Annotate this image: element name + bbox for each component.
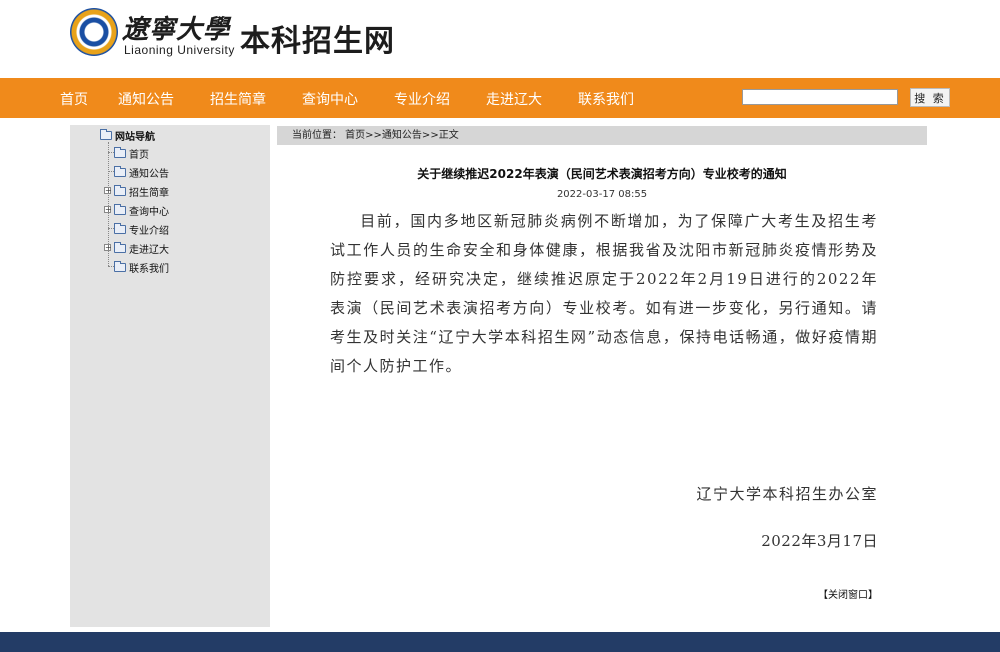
sidebar-item-admission-guide[interactable]: 招生简章 (114, 184, 169, 199)
nav-item-home[interactable]: 首页 (60, 89, 88, 109)
nav-item-query-center[interactable]: 查询中心 (302, 89, 358, 109)
search-button[interactable]: 搜 索 (910, 88, 950, 107)
sidebar-item-label: 首页 (129, 150, 149, 161)
sidebar-item-label: 走进辽大 (129, 245, 169, 256)
article-body-text: 目前，国内多地区新冠肺炎病例不断增加，为了保障广大考生及招生考试工作人员的生命安… (330, 212, 878, 375)
close-window-link[interactable]: 【关闭窗口】 (818, 586, 878, 601)
site-header: 遼寧大學 Liaoning University 本科招生网 (0, 0, 1000, 78)
nav-item-contact[interactable]: 联系我们 (578, 89, 634, 109)
folder-icon (114, 204, 126, 215)
sidebar-nav: 网站导航 首页 通知公告 + 招生简章 + 查询中心 专业介绍 + 走进辽大 联… (70, 125, 270, 627)
expand-plus-icon[interactable]: + (104, 244, 112, 252)
sidebar-root[interactable]: 网站导航 (100, 128, 155, 143)
search-input[interactable] (742, 89, 898, 105)
folder-icon (114, 147, 126, 158)
sidebar-item-query-center[interactable]: 查询中心 (114, 203, 169, 218)
sidebar-item-label: 查询中心 (129, 207, 169, 218)
sidebar-item-home[interactable]: 首页 (114, 146, 149, 161)
sidebar-item-contact[interactable]: 联系我们 (114, 260, 169, 275)
article-title: 关于继续推迟2022年表演（民间艺术表演招考方向）专业校考的通知 (417, 167, 787, 181)
sidebar-item-majors[interactable]: 专业介绍 (114, 222, 169, 237)
nav-item-notices[interactable]: 通知公告 (118, 89, 174, 109)
expand-plus-icon[interactable]: + (104, 187, 112, 195)
folder-icon (114, 185, 126, 196)
sidebar-item-label: 专业介绍 (129, 226, 169, 237)
nav-item-admission-guide[interactable]: 招生简章 (210, 89, 266, 109)
sidebar-item-about[interactable]: 走进辽大 (114, 241, 169, 256)
logo-english-name[interactable]: Liaoning University (124, 43, 235, 57)
sidebar-item-label: 联系我们 (129, 264, 169, 275)
folder-icon (114, 223, 126, 234)
university-emblem-icon[interactable] (70, 8, 118, 56)
expand-plus-icon[interactable]: + (104, 206, 112, 214)
breadcrumb-text[interactable]: 当前位置： 首页>>通知公告>>正文 (292, 126, 459, 145)
breadcrumb: 当前位置： 首页>>通知公告>>正文 (277, 126, 927, 145)
article-body: 目前，国内多地区新冠肺炎病例不断增加，为了保障广大考生及招生考试工作人员的生命安… (330, 207, 878, 381)
article-sign-date: 2022年3月17日 (761, 532, 878, 550)
site-footer (0, 632, 1000, 652)
folder-open-icon (100, 129, 112, 140)
site-title: 本科招生网 (240, 24, 395, 59)
sidebar-item-notices[interactable]: 通知公告 (114, 165, 169, 180)
article-date: 2022-03-17 08:55 (556, 189, 648, 200)
sidebar-root-label: 网站导航 (115, 132, 155, 143)
folder-icon (114, 261, 126, 272)
folder-icon (114, 166, 126, 177)
sidebar-item-label: 通知公告 (129, 169, 169, 180)
article-signature: 辽宁大学本科招生办公室 (696, 485, 878, 503)
logo-chinese-name[interactable]: 遼寧大學 (122, 9, 230, 46)
folder-icon (114, 242, 126, 253)
nav-item-about[interactable]: 走进辽大 (486, 89, 542, 109)
nav-item-majors[interactable]: 专业介绍 (394, 89, 450, 109)
sidebar-item-label: 招生简章 (129, 188, 169, 199)
